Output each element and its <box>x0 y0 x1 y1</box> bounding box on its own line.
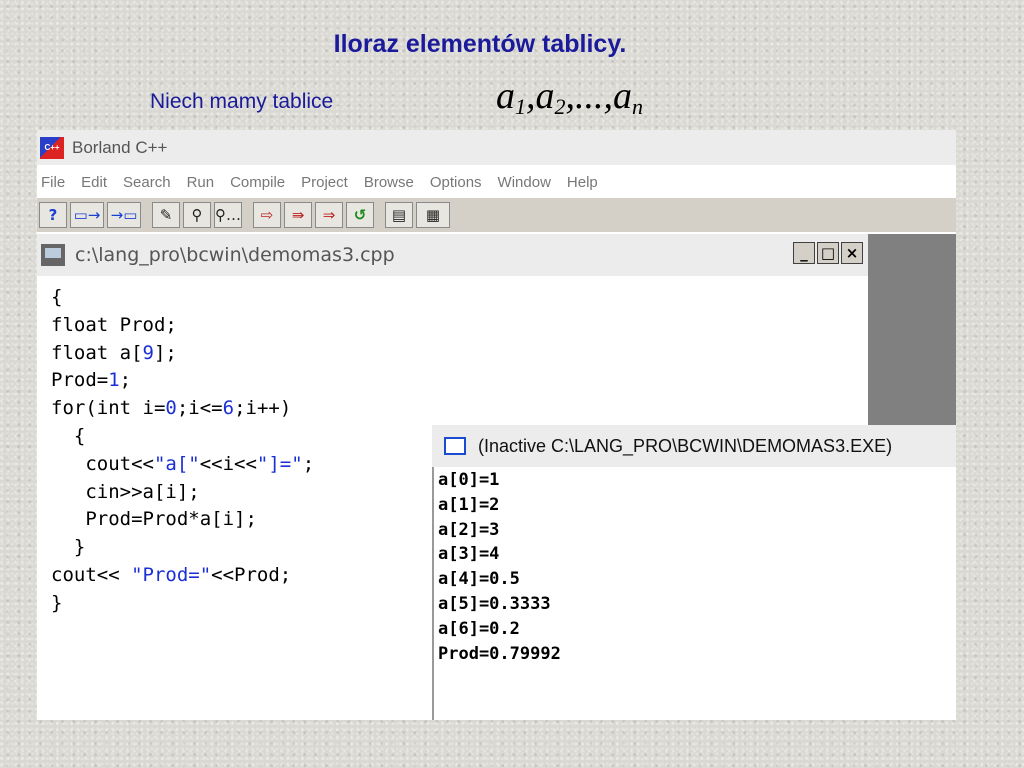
code-line: } <box>51 591 63 614</box>
app-title: Borland C++ <box>72 137 168 157</box>
console-window-icon <box>444 437 466 455</box>
console-title: (Inactive C:\LANG_PRO\BCWIN\DEMOMAS3.EXE… <box>478 435 893 456</box>
code-line: float a[9]; <box>51 341 177 364</box>
borland-app-icon: C++ <box>40 136 64 159</box>
code-line: { <box>51 286 63 308</box>
find-icon[interactable]: ⚲ <box>183 202 211 228</box>
console-line: a[0]=1 <box>438 470 500 490</box>
menu-run[interactable]: Run <box>187 174 215 191</box>
maximize-button[interactable]: □ <box>817 242 839 264</box>
console-line: a[3]=4 <box>438 544 500 565</box>
menu-options[interactable]: Options <box>430 174 482 191</box>
console-line: a[1]=2 <box>438 494 500 515</box>
menu-search[interactable]: Search <box>123 174 171 191</box>
undo-icon[interactable]: ↺ <box>346 202 374 228</box>
menu-browse[interactable]: Browse <box>364 174 414 191</box>
console-output: a[0]=1 a[1]=2 a[2]=3 a[3]=4 a[4]=0.5 a[5]=0.3… <box>438 468 561 666</box>
sequence-formula: a1,a2,...,an <box>496 75 643 119</box>
menu-compile[interactable]: Compile <box>230 174 285 191</box>
find-next-icon[interactable]: ⚲… <box>214 202 242 228</box>
code-line: } <box>51 536 86 559</box>
console-line: a[2]=3 <box>438 519 500 540</box>
code-line: Prod=Prod*a[i]; <box>51 508 257 531</box>
console-line: a[6]=0.2 <box>438 618 520 639</box>
code-line: cin>>a[i]; <box>51 480 200 503</box>
console-border <box>432 425 434 720</box>
code-line: float Prod; <box>51 313 177 336</box>
console-titlebar[interactable]: (Inactive C:\LANG_PRO\BCWIN\DEMOMAS3.EXE… <box>432 425 956 467</box>
menu-project[interactable]: Project <box>301 174 348 191</box>
editor-titlebar[interactable]: c:\lang_pro\bcwin\demomas3.cpp _ □ × <box>37 234 868 276</box>
menu-window[interactable]: Window <box>498 174 551 191</box>
code-editor[interactable]: { float Prod; float a[9]; Prod=1; for(int i=… <box>51 284 314 618</box>
compile-icon[interactable]: ▤ <box>385 202 413 228</box>
editor-file-path: c:\lang_pro\bcwin\demomas3.cpp <box>75 244 395 266</box>
code-line: cout<< "Prod="<<Prod; <box>51 563 292 586</box>
make-icon[interactable]: ▦ <box>416 202 450 228</box>
save-icon[interactable]: ▭→ <box>70 202 104 228</box>
code-line: Prod=1; <box>51 369 132 392</box>
close-button[interactable]: × <box>841 242 863 264</box>
run-to-icon[interactable]: ⇒ <box>315 202 343 228</box>
code-line: cout<<"a["<<i<<"]="; <box>51 452 315 475</box>
console-line: Prod=0.79992 <box>438 643 561 664</box>
code-line: for(int i=0;i<=6;i++) <box>51 397 292 420</box>
console-line: a[5]=0.3333 <box>438 593 551 614</box>
console-line: a[4]=0.5 <box>438 569 520 590</box>
ide-titlebar[interactable]: C++ Borland C++ <box>37 130 956 165</box>
trace-icon[interactable]: ⇛ <box>284 202 312 228</box>
slide-title: Iloraz elementów tablicy. <box>333 30 627 58</box>
menu-file[interactable]: File <box>41 174 65 191</box>
menu-edit[interactable]: Edit <box>81 174 107 191</box>
menu-bar: File Edit Search Run Compile Project Bro… <box>37 167 956 197</box>
save-all-icon[interactable]: →▭ <box>107 202 141 228</box>
menu-help[interactable]: Help <box>567 174 598 191</box>
minimize-button[interactable]: _ <box>793 242 815 264</box>
window-controls: _ □ × <box>793 242 863 264</box>
slide-subtitle: Niech mamy tablice <box>150 90 334 113</box>
edit-icon[interactable]: ✎ <box>152 202 180 228</box>
toolbar: ? ▭→ →▭ ✎ ⚲ ⚲… ⇨ ⇛ ⇒ ↺ ▤ ▦ <box>37 198 956 232</box>
console-window: (Inactive C:\LANG_PRO\BCWIN\DEMOMAS3.EXE… <box>432 425 956 720</box>
step-icon[interactable]: ⇨ <box>253 202 281 228</box>
help-icon[interactable]: ? <box>39 202 67 228</box>
document-icon <box>41 244 65 266</box>
code-line: { <box>51 424 86 447</box>
